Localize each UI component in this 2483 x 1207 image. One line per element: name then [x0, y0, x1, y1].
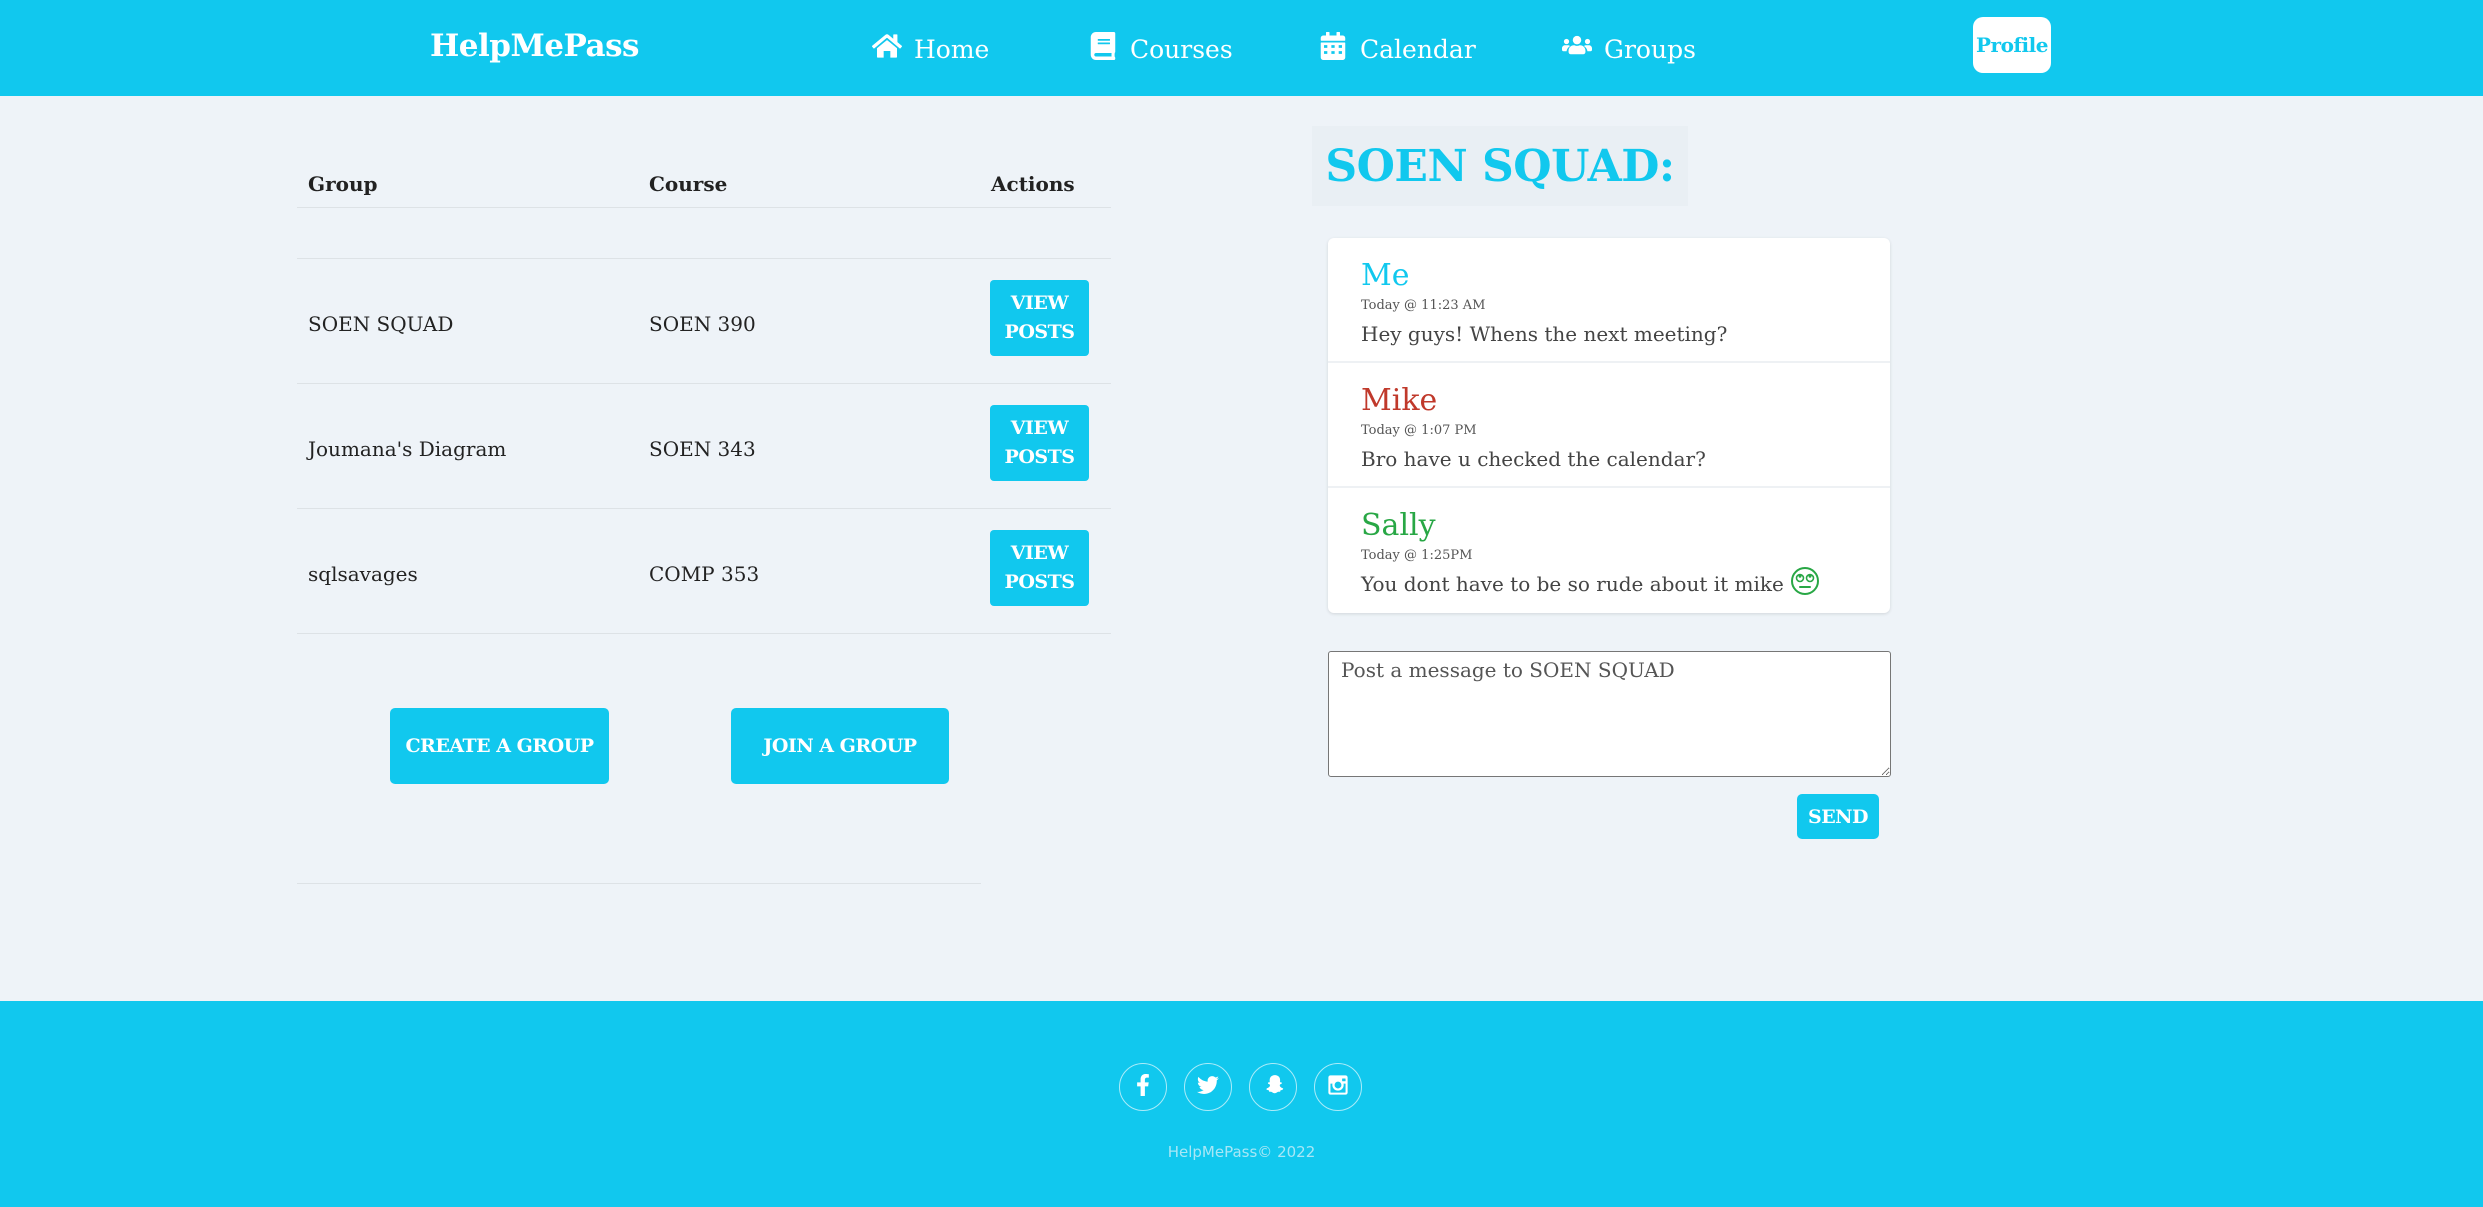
message-author: Me [1361, 258, 1410, 293]
message-text-content: Bro have u checked the calendar? [1361, 447, 1706, 471]
message-input[interactable] [1328, 651, 1891, 777]
group-name: SOEN SQUAD [308, 312, 454, 336]
nav-groups[interactable]: Groups [1562, 32, 1696, 66]
join-group-button[interactable]: JOIN A GROUP [731, 708, 949, 784]
message-item: Sally Today @ 1:25PM You dont have to be… [1328, 488, 1890, 613]
course-code: SOEN 343 [649, 437, 756, 461]
message-time: Today @ 11:23 AM [1361, 298, 1486, 313]
rolling-eyes-emoji-icon [1790, 567, 1819, 595]
snapchat-icon [1262, 1074, 1284, 1100]
message-text-content: You dont have to be so rude about it mik… [1361, 572, 1784, 596]
message-list: Me Today @ 11:23 AM Hey guys! Whens the … [1328, 238, 1890, 613]
message-text: You dont have to be so rude about it mik… [1361, 567, 1820, 596]
header-actions: Actions [991, 172, 1075, 196]
view-posts-button[interactable]: VIEW POSTS [990, 280, 1089, 356]
profile-button[interactable]: Profile [1973, 17, 2051, 73]
footer: HelpMePass© 2022 [0, 1001, 2483, 1207]
users-icon [1562, 32, 1592, 66]
twitter-link[interactable] [1184, 1063, 1232, 1111]
view-posts-button[interactable]: VIEW POSTS [990, 530, 1089, 606]
group-name: Joumana's Diagram [308, 437, 507, 461]
course-code: SOEN 390 [649, 312, 756, 336]
message-text-content: Hey guys! Whens the next meeting? [1361, 322, 1728, 346]
divider [297, 883, 981, 884]
table-row: SOEN SQUAD SOEN 390 VIEW POSTS [297, 259, 1111, 384]
snapchat-link[interactable] [1249, 1063, 1297, 1111]
message-author: Sally [1361, 508, 1436, 543]
navbar: HelpMePass Home Courses Calendar Groups … [0, 0, 2483, 96]
book-icon [1088, 32, 1118, 66]
message-time: Today @ 1:07 PM [1361, 423, 1477, 438]
calendar-icon [1318, 32, 1348, 66]
nav-courses-label: Courses [1130, 34, 1233, 64]
facebook-link[interactable] [1119, 1063, 1167, 1111]
nav-calendar[interactable]: Calendar [1318, 32, 1476, 66]
chat-title-box: SOEN SQUAD: [1312, 126, 1688, 206]
facebook-icon [1132, 1074, 1154, 1100]
send-button[interactable]: SEND [1797, 794, 1879, 839]
nav-home[interactable]: Home [871, 32, 990, 66]
instagram-link[interactable] [1314, 1063, 1362, 1111]
header-course: Course [649, 172, 728, 196]
message-text: Hey guys! Whens the next meeting? [1361, 322, 1727, 346]
create-group-button[interactable]: CREATE A GROUP [390, 708, 609, 784]
message-time: Today @ 1:25PM [1361, 548, 1473, 563]
instagram-icon [1327, 1074, 1349, 1100]
brand-logo[interactable]: HelpMePass [430, 28, 639, 64]
message-text: Bro have u checked the calendar? [1361, 447, 1706, 471]
home-icon [871, 32, 903, 66]
table-spacer-row [297, 208, 1111, 259]
table-row: Joumana's Diagram SOEN 343 VIEW POSTS [297, 384, 1111, 509]
header-group: Group [308, 172, 378, 196]
copyright-text: HelpMePass© 2022 [1167, 1143, 1316, 1161]
message-item: Mike Today @ 1:07 PM Bro have u checked … [1328, 363, 1890, 488]
twitter-icon [1197, 1074, 1219, 1100]
group-name: sqlsavages [308, 562, 418, 586]
table-row: sqlsavages COMP 353 VIEW POSTS [297, 509, 1111, 634]
message-item: Me Today @ 11:23 AM Hey guys! Whens the … [1328, 238, 1890, 363]
nav-courses[interactable]: Courses [1088, 32, 1233, 66]
chat-title: SOEN SQUAD: [1325, 140, 1675, 192]
table-header: Group Course Actions [297, 150, 1111, 208]
message-author: Mike [1361, 383, 1438, 418]
groups-table: Group Course Actions SOEN SQUAD SOEN 390… [297, 150, 1111, 634]
nav-home-label: Home [914, 34, 990, 64]
course-code: COMP 353 [649, 562, 760, 586]
nav-groups-label: Groups [1604, 34, 1696, 64]
nav-calendar-label: Calendar [1360, 34, 1476, 64]
view-posts-button[interactable]: VIEW POSTS [990, 405, 1089, 481]
